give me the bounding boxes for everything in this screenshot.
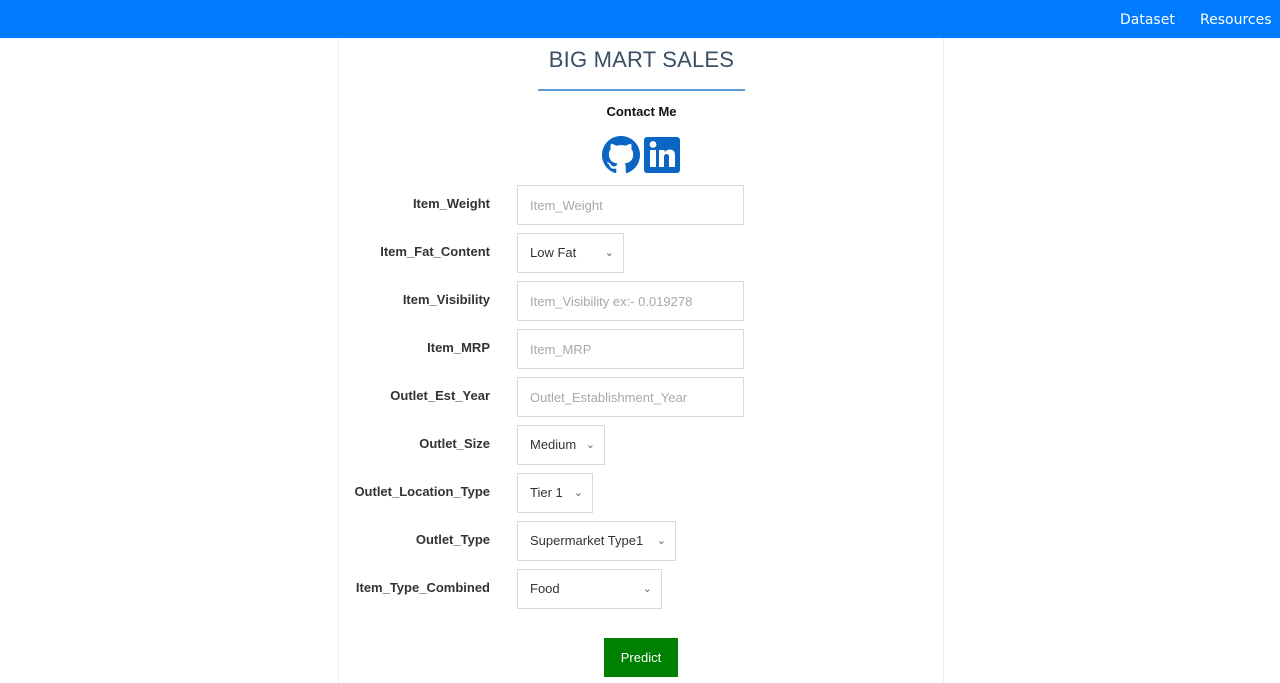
item-visibility-input[interactable] [517,281,744,321]
nav-link-dataset[interactable]: Dataset [1120,0,1175,38]
nav-link-resources[interactable]: Resources [1200,0,1272,38]
outlet-est-year-label: Outlet_Est_Year [390,388,490,403]
top-navbar: Dataset Resources [0,0,1280,38]
item-mrp-input[interactable] [517,329,744,369]
outlet-est-year-input[interactable] [517,377,744,417]
chevron-down-icon: ⌄ [656,535,666,547]
github-icon[interactable] [602,136,640,174]
predict-button[interactable]: Predict [604,638,678,677]
outlet-type-value: Supermarket Type1 [530,533,644,548]
item-type-combined-select[interactable]: Food ⌄ [517,569,662,609]
chevron-down-icon: ⌄ [585,439,595,451]
outlet-location-type-value: Tier 1 [530,485,563,500]
chevron-down-icon: ⌄ [604,247,614,259]
item-visibility-label: Item_Visibility [402,292,490,307]
outlet-type-label: Outlet_Type [415,532,490,547]
item-weight-label: Item_Weight [412,196,490,211]
chevron-down-icon: ⌄ [573,487,583,499]
title-underline [538,89,745,91]
outlet-size-value: Medium [530,437,577,452]
outlet-size-select[interactable]: Medium ⌄ [517,425,605,465]
item-type-combined-value: Food [530,581,560,596]
outlet-size-label: Outlet_Size [419,436,490,451]
item-mrp-label: Item_MRP [427,340,490,355]
outlet-location-type-label: Outlet_Location_Type [354,484,490,499]
outlet-type-select[interactable]: Supermarket Type1 ⌄ [517,521,676,561]
item-fat-content-select[interactable]: Low Fat ⌄ [517,233,624,273]
item-fat-content-value: Low Fat [530,245,577,260]
outlet-location-type-select[interactable]: Tier 1 ⌄ [517,473,593,513]
item-fat-content-label: Item_Fat_Content [380,244,490,259]
chevron-down-icon: ⌄ [642,583,652,595]
item-type-combined-label: Item_Type_Combined [355,580,490,595]
linkedin-icon[interactable] [644,136,680,174]
item-weight-input[interactable] [517,185,744,225]
contact-heading: Contact Me [606,104,677,119]
page-title: BIG MART SALES [548,47,735,72]
